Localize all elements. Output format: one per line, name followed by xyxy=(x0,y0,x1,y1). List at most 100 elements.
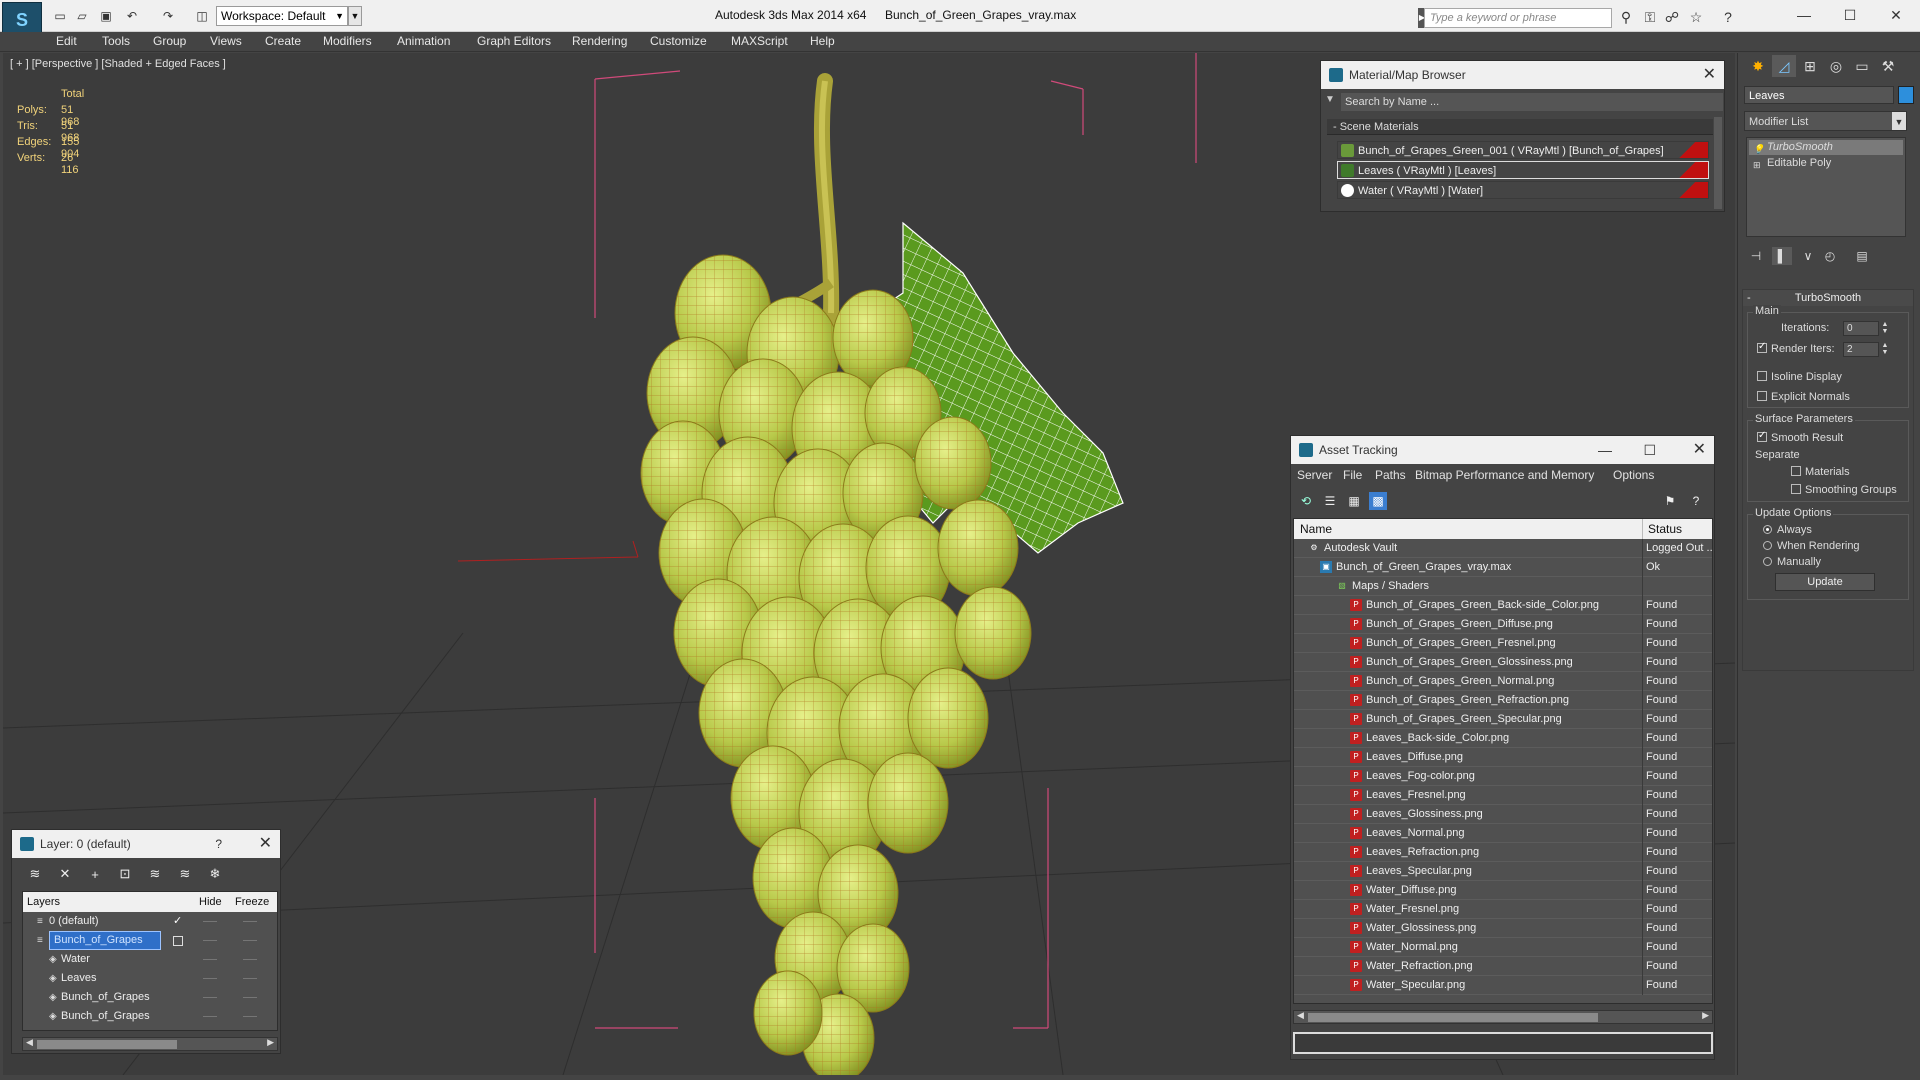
asset-tracking-titlebar[interactable]: Asset Tracking — ☐ ✕ xyxy=(1291,436,1714,464)
material-browser-scrollbar[interactable] xyxy=(1714,117,1722,209)
isoline-checkbox[interactable] xyxy=(1757,371,1767,381)
column-status[interactable]: Status xyxy=(1648,522,1682,536)
update-when-rendering-radio[interactable] xyxy=(1763,541,1772,550)
modify-tab-icon[interactable]: ◿ xyxy=(1772,55,1796,77)
freeze-all-layers-icon[interactable]: ❄ xyxy=(204,864,226,884)
subscription-icon[interactable]: ⚿ xyxy=(1640,8,1660,26)
update-manually-radio[interactable] xyxy=(1763,557,1772,566)
show-end-result-icon[interactable]: ▌ xyxy=(1772,247,1792,265)
create-tab-icon[interactable]: ✸ xyxy=(1746,55,1770,77)
menu-file[interactable]: File xyxy=(1343,468,1362,482)
close-icon[interactable]: ✕ xyxy=(259,834,272,854)
chevron-right-icon[interactable]: ▶ xyxy=(1702,1010,1709,1021)
freeze-toggle[interactable]: —— xyxy=(243,1007,257,1026)
minimize-icon[interactable]: — xyxy=(1786,4,1822,26)
new-file-icon[interactable]: ▭ xyxy=(50,6,70,26)
asset-row[interactable]: ▣ Bunch_of_Green_Grapes_vray.max Ok xyxy=(1294,558,1712,577)
close-icon[interactable]: ✕ xyxy=(1693,440,1706,460)
create-layer-icon[interactable]: ≋ xyxy=(24,864,46,884)
chevron-right-icon[interactable]: ▶ xyxy=(267,1037,274,1048)
hide-toggle[interactable]: —— xyxy=(203,950,217,969)
smoothing-groups-checkbox[interactable] xyxy=(1791,484,1801,494)
render-iters-checkbox[interactable] xyxy=(1757,341,1767,353)
remove-modifier-icon[interactable]: ◴ xyxy=(1820,247,1840,265)
configure-modifier-sets-icon[interactable]: ▤ xyxy=(1852,247,1872,265)
asset-row[interactable]: P Bunch_of_Grapes_Green_Back-side_Color.p… xyxy=(1294,596,1712,615)
asset-row[interactable]: P Bunch_of_Grapes_Green_Normal.png Found xyxy=(1294,672,1712,691)
delete-layer-icon[interactable]: ✕ xyxy=(54,864,76,884)
layer-manager-titlebar[interactable]: Layer: 0 (default) ? ✕ xyxy=(12,830,280,858)
render-iters-spinner[interactable]: 2 xyxy=(1843,342,1879,357)
help-icon[interactable]: ? xyxy=(1687,492,1705,510)
menu-graph-editors[interactable]: Graph Editors xyxy=(477,34,551,48)
layer-row[interactable]: ◈ Leaves —— —— xyxy=(23,969,277,988)
material-search-input[interactable]: Search by Name ... xyxy=(1341,93,1723,111)
thumbnail-view-icon[interactable]: ▦ xyxy=(1345,492,1363,510)
expand-icon[interactable]: ⊞ xyxy=(1753,158,1761,173)
favorites-star-icon[interactable]: ☆ xyxy=(1686,8,1706,26)
help-icon[interactable]: ? xyxy=(1718,8,1738,26)
menu-rendering[interactable]: Rendering xyxy=(572,34,627,48)
workspace-dropdown[interactable]: Workspace: Default ▼ xyxy=(216,6,348,26)
layer-row[interactable]: ≡ 0 (default) ✓ —— —— xyxy=(23,912,277,931)
material-item-selected[interactable]: Leaves ( VRayMtl ) [Leaves] xyxy=(1337,161,1709,179)
maximize-icon[interactable]: ☐ xyxy=(1832,4,1868,26)
asset-row[interactable]: P Water_Specular.png Found xyxy=(1294,976,1712,995)
undo-icon[interactable]: ↶ xyxy=(122,6,142,26)
help-icon[interactable]: ? xyxy=(215,830,222,858)
menu-tools[interactable]: Tools xyxy=(102,34,130,48)
column-hide[interactable]: Hide xyxy=(199,896,222,908)
object-color-swatch[interactable] xyxy=(1898,86,1914,104)
asset-row[interactable]: P Leaves_Fresnel.png Found xyxy=(1294,786,1712,805)
asset-row[interactable]: P Leaves_Refraction.png Found xyxy=(1294,843,1712,862)
asset-row[interactable]: P Bunch_of_Grapes_Green_Specular.png Found xyxy=(1294,710,1712,729)
lightbulb-icon[interactable]: 💡 xyxy=(1753,142,1764,157)
material-item[interactable]: Water ( VRayMtl ) [Water] xyxy=(1337,181,1709,199)
iterations-spinner[interactable]: 0 xyxy=(1843,321,1879,336)
communication-icon[interactable]: ☍ xyxy=(1662,8,1682,26)
asset-row[interactable]: ▧ Maps / Shaders xyxy=(1294,577,1712,596)
save-file-icon[interactable]: ▣ xyxy=(96,6,116,26)
asset-row[interactable]: P Water_Glossiness.png Found xyxy=(1294,919,1712,938)
asset-row[interactable]: P Leaves_Specular.png Found xyxy=(1294,862,1712,881)
menu-bitmap-performance[interactable]: Bitmap Performance and Memory xyxy=(1415,468,1594,482)
hide-all-layers-icon[interactable]: ≋ xyxy=(174,864,196,884)
menu-maxscript[interactable]: MAXScript xyxy=(731,34,788,48)
column-freeze[interactable]: Freeze xyxy=(235,896,269,908)
asset-row[interactable]: ⚙ Autodesk Vault Logged Out ... xyxy=(1294,539,1712,558)
close-icon[interactable]: ✕ xyxy=(1878,4,1914,26)
modifier-list-dropdown[interactable]: Modifier List ▼ xyxy=(1744,111,1907,131)
asset-row[interactable]: P Water_Normal.png Found xyxy=(1294,938,1712,957)
scrollbar-thumb[interactable] xyxy=(1308,1013,1598,1022)
menu-options[interactable]: Options xyxy=(1613,468,1654,482)
asset-horizontal-scrollbar[interactable]: ◀ ▶ xyxy=(1293,1010,1713,1024)
smooth-result-checkbox[interactable] xyxy=(1757,430,1767,442)
menu-group[interactable]: Group xyxy=(153,34,186,48)
utilities-tab-icon[interactable]: ⚒ xyxy=(1876,55,1900,77)
asset-row[interactable]: P Bunch_of_Grapes_Green_Diffuse.png Found xyxy=(1294,615,1712,634)
hide-toggle[interactable]: —— xyxy=(203,988,217,1007)
freeze-toggle[interactable]: —— xyxy=(243,950,257,969)
asset-row[interactable]: P Water_Refraction.png Found xyxy=(1294,957,1712,976)
viewport-label[interactable]: [ + ] [Perspective ] [Shaded + Edged Fac… xyxy=(10,58,226,70)
select-in-layer-icon[interactable]: ⊡ xyxy=(114,864,136,884)
layer-row[interactable]: ◈ Bunch_of_Grapes —— —— xyxy=(23,1007,277,1026)
menu-create[interactable]: Create xyxy=(265,34,301,48)
layer-row[interactable]: ◈ Water —— —— xyxy=(23,950,277,969)
object-name-field[interactable]: Leaves xyxy=(1744,86,1894,104)
stack-item-editable-poly[interactable]: ⊞ Editable Poly xyxy=(1749,156,1903,171)
menu-modifiers[interactable]: Modifiers xyxy=(323,34,372,48)
turbosmooth-rollout-title[interactable]: - TurboSmooth xyxy=(1743,290,1913,306)
freeze-toggle[interactable]: —— xyxy=(243,988,257,1007)
workspace-menu-button[interactable]: ▼ xyxy=(348,6,362,26)
material-browser-titlebar[interactable]: Material/Map Browser ✕ xyxy=(1321,61,1724,89)
chevron-left-icon[interactable]: ◀ xyxy=(26,1037,33,1048)
hide-toggle[interactable]: —— xyxy=(203,931,217,950)
column-layers[interactable]: Layers xyxy=(27,896,60,908)
menu-server[interactable]: Server xyxy=(1297,468,1332,482)
asset-path-field[interactable] xyxy=(1293,1032,1713,1054)
chevron-left-icon[interactable]: ◀ xyxy=(1297,1010,1304,1021)
list-view-icon[interactable]: ☰ xyxy=(1321,492,1339,510)
layer-row[interactable]: ◈ Bunch_of_Grapes —— —— xyxy=(23,988,277,1007)
update-button[interactable]: Update xyxy=(1775,573,1875,591)
